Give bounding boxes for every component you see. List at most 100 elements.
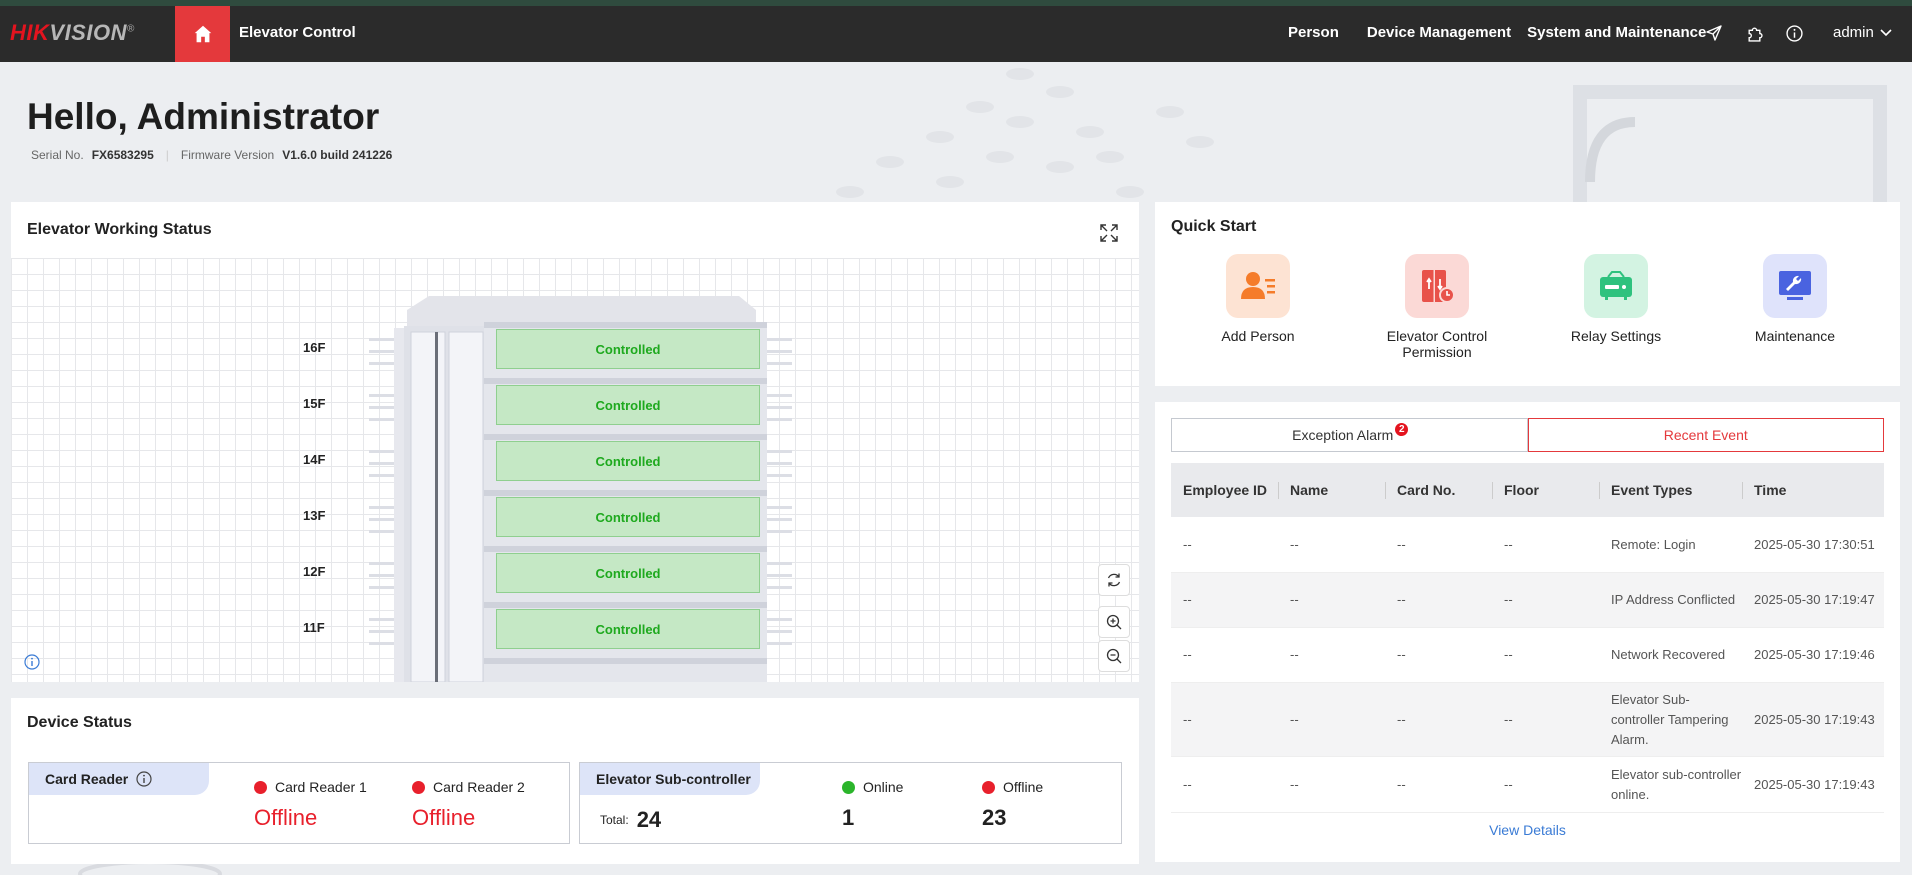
tab-exception-alarm[interactable]: Exception Alarm 2 [1171,418,1528,452]
events-table: Employee ID Name Card No. Floor Event Ty… [1171,463,1884,813]
cell-employee-id: -- [1183,711,1192,727]
col-floor[interactable]: Floor [1492,463,1599,517]
cell-time: 2025-05-30 17:19:43 [1754,711,1875,727]
cell-name: -- [1290,536,1299,552]
offline-dot [982,780,995,794]
online-status: Online [842,779,903,795]
zoom-out-button[interactable] [1098,640,1130,672]
total-count: Total: 24 [600,807,661,833]
firmware-value: V1.6.0 build 241226 [282,148,393,162]
event-tabs: Exception Alarm 2 Recent Event [1171,418,1884,452]
zoom-in-button[interactable] [1098,606,1130,638]
cell-floor: -- [1504,647,1513,662]
hikvision-logo: HIKVISION® [10,20,135,45]
device-status-panel: Device Status Card Reader Card Reader 1 … [11,698,1139,864]
cell-name: -- [1290,711,1299,727]
recent-event-label: Recent Event [1663,427,1748,443]
floor-status-11f[interactable]: Controlled [496,609,760,649]
col-event-types[interactable]: Event Types [1599,463,1742,517]
cell-time: 2025-05-30 17:19:47 [1754,592,1875,607]
floor-status-15f[interactable]: Controlled [496,385,760,425]
table-row[interactable]: -- -- -- -- Elevator Sub-controller Tamp… [1171,683,1884,757]
cell-time: 2025-05-30 17:19:43 [1754,776,1875,792]
cell-event-type: IP Address Conflicted [1611,592,1736,607]
table-row[interactable]: -- -- -- -- Remote: Login 2025-05-30 17:… [1171,517,1884,573]
user-menu[interactable]: admin [1833,24,1892,41]
cell-floor: -- [1504,592,1513,607]
info-icon[interactable] [24,654,40,670]
col-name[interactable]: Name [1278,463,1385,517]
floor-label-11f: 11F [303,620,325,635]
total-value: 24 [636,807,662,832]
col-employee-id[interactable]: Employee ID [1171,463,1278,517]
nav-person[interactable]: Person [1288,24,1339,41]
add-person-icon [1226,254,1290,318]
quick-elevator-permission[interactable]: Elevator Control Permission [1362,254,1512,360]
zoom-in-icon [1106,614,1122,630]
send-icon[interactable] [1704,23,1724,43]
tab-recent-event[interactable]: Recent Event [1527,418,1884,452]
zoom-out-icon [1106,648,1122,664]
cell-event-type: Network Recovered [1611,647,1726,662]
device-info: Serial No. FX6583295 | Firmware Version … [31,148,392,162]
cell-floor: -- [1504,776,1513,792]
cell-card-no: -- [1397,776,1406,792]
offline-dot [412,780,425,794]
floor-status-13f[interactable]: Controlled [496,497,760,537]
view-details-link[interactable]: View Details [1155,822,1900,838]
floor-status-16f[interactable]: Controlled [496,329,760,369]
refresh-icon [1107,573,1121,587]
col-card-no[interactable]: Card No. [1385,463,1492,517]
info-icon[interactable] [1784,23,1804,43]
home-button[interactable] [175,6,230,62]
elevator-permission-icon [1405,254,1469,318]
firmware-label: Firmware Version [180,148,275,162]
floor-label-14f: 14F [303,452,326,467]
floor-status-12f[interactable]: Controlled [496,553,760,593]
table-row[interactable]: -- -- -- -- Network Recovered 2025-05-30… [1171,628,1884,683]
floor-label-12f: 12F [303,564,326,579]
quick-maintenance[interactable]: Maintenance [1720,254,1870,344]
cell-floor: -- [1504,536,1513,552]
cell-time: 2025-05-30 17:19:46 [1754,647,1875,662]
fullscreen-icon[interactable] [1100,224,1118,242]
online-dot [842,780,855,794]
quick-add-person[interactable]: Add Person [1183,254,1333,344]
quick-relay-settings[interactable]: Relay Settings [1541,254,1691,344]
online-count: 1 [842,805,855,830]
table-row[interactable]: -- -- -- -- IP Address Conflicted 2025-0… [1171,573,1884,628]
sub-controller-card: Elevator Sub-controller Total: 24 Online… [579,762,1122,844]
card-reader-1-state: Offline [254,805,318,830]
main-nav: Person Device Management System and Main… [1288,24,1734,41]
info-icon[interactable] [136,771,152,787]
cell-card-no: -- [1397,536,1406,552]
floor-status-14f[interactable]: Controlled [496,441,760,481]
nav-system-maintenance[interactable]: System and Maintenance [1527,24,1706,41]
card-reader-2-state: Offline [412,805,476,830]
floor-label-16f: 16F [303,340,326,355]
device-status-title: Device Status [27,714,132,731]
card-reader-card: Card Reader Card Reader 1 Offline Card R… [28,762,570,844]
quick-start-panel: Quick Start Add Person Elevator Control … [1155,202,1900,386]
refresh-button[interactable] [1098,564,1130,596]
elevator-map: 16F 15F 14F 13F 12F 11F Controlled Contr… [11,258,1139,682]
col-time[interactable]: Time [1742,463,1884,517]
relay-icon [1584,254,1648,318]
header-icons [1704,23,1804,43]
serial-value: FX6583295 [91,148,154,162]
table-row[interactable]: -- -- -- -- Elevator sub-controller onli… [1171,757,1884,813]
exception-alarm-label: Exception Alarm [1292,427,1394,443]
alarm-count-badge: 2 [1395,422,1409,436]
nav-device-management[interactable]: Device Management [1367,24,1511,41]
top-bar: HIKVISION® Elevator Control Person Devic… [0,0,1912,62]
cell-event-type: Elevator Sub-controller Tampering Alarm. [1611,691,1729,747]
elevator-status-panel: Elevator Working Status 16F 15F 14F 13F … [11,202,1139,682]
cell-name: -- [1290,647,1299,662]
cell-floor: -- [1504,711,1513,727]
offline-label: Offline [1003,779,1044,795]
card-reader-tag: Card Reader [29,763,209,795]
chevron-down-icon [1880,28,1892,36]
cell-employee-id: -- [1183,592,1192,607]
plugin-icon[interactable] [1744,23,1764,43]
card-reader-1-name: Card Reader 1 [275,779,367,795]
